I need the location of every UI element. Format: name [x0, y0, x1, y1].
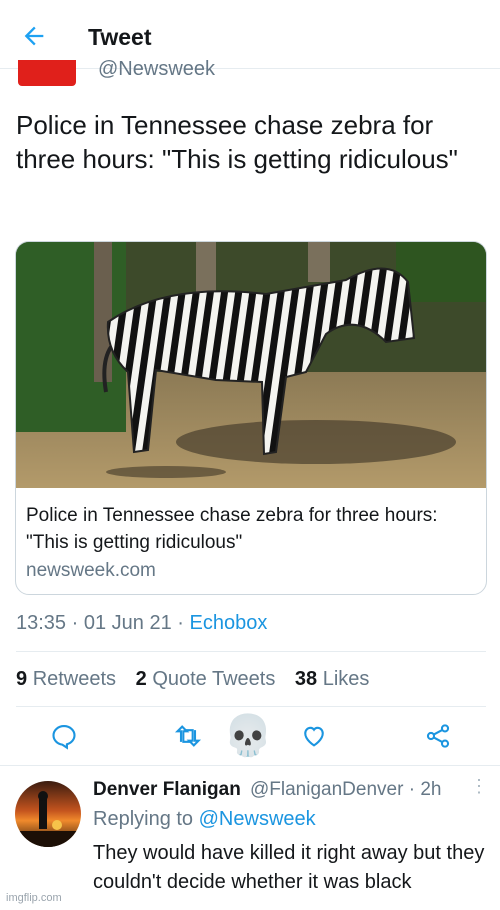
newsweek-logo[interactable]	[18, 60, 76, 86]
likes-count: 38	[294, 668, 318, 690]
replying-to-handle[interactable]: @Newsweek	[199, 808, 316, 830]
tweet-stats: 9 Retweets 2 Quote Tweets 38 Likes	[16, 668, 369, 691]
share-icon[interactable]	[424, 722, 452, 750]
tweet-text: Police in Tennessee chase zebra for thre…	[16, 110, 458, 174]
retweet-icon[interactable]	[174, 722, 202, 750]
page-title: Tweet	[88, 24, 152, 50]
avatar[interactable]	[15, 781, 81, 847]
tweet-time: 13:35	[16, 612, 67, 634]
retweets-label: Retweets	[32, 668, 117, 690]
like-icon[interactable]	[300, 722, 328, 750]
quotes-label: Quote Tweets	[152, 668, 276, 690]
card-title: Police in Tennessee chase zebra for thre…	[26, 505, 438, 553]
likes-label: Likes	[322, 668, 370, 690]
skull-emoji-overlay: 💀	[223, 714, 273, 758]
card-domain: newsweek.com	[26, 560, 156, 581]
retweets-count: 9	[16, 668, 28, 690]
divider	[16, 651, 486, 652]
author-row: @Newsweek	[0, 60, 500, 86]
reply-icon[interactable]	[50, 722, 78, 750]
author-handle[interactable]: @Newsweek	[98, 60, 215, 81]
tweet-meta: 13:35 · 01 Jun 21 · Echobox	[16, 612, 268, 634]
arrow-left-icon[interactable]	[20, 22, 48, 50]
reply-author-handle-time: @FlaniganDenver · 2h	[250, 779, 442, 800]
replying-to-line: Replying to @Newsweek	[93, 808, 316, 831]
quotes-stat[interactable]: 2 Quote Tweets	[136, 668, 276, 690]
reply-text: They would have killed it right away but…	[93, 842, 485, 893]
link-card[interactable]: Police in Tennessee chase zebra for thre…	[15, 241, 487, 595]
top-bar: Tweet	[0, 0, 500, 69]
quotes-count: 2	[135, 668, 147, 690]
likes-stat[interactable]: 38 Likes	[295, 668, 370, 690]
tweet-source[interactable]: Echobox	[189, 612, 267, 634]
reply-time: 2h	[420, 779, 442, 800]
reply-author-handle[interactable]: @FlaniganDenver	[250, 779, 403, 800]
tweet-date: 01 Jun 21	[83, 612, 172, 634]
reply-author-name[interactable]: Denver Flanigan	[93, 779, 241, 801]
divider	[16, 706, 486, 707]
reply-tweet[interactable]: Denver Flanigan @FlaniganDenver · 2h ⋮ R…	[0, 765, 500, 910]
replying-label: Replying to	[93, 808, 194, 830]
watermark: imgflip.com	[6, 892, 62, 904]
more-options-icon[interactable]: ⋮	[470, 776, 488, 797]
retweets-stat[interactable]: 9 Retweets	[16, 668, 116, 690]
zebra-image	[16, 242, 486, 488]
